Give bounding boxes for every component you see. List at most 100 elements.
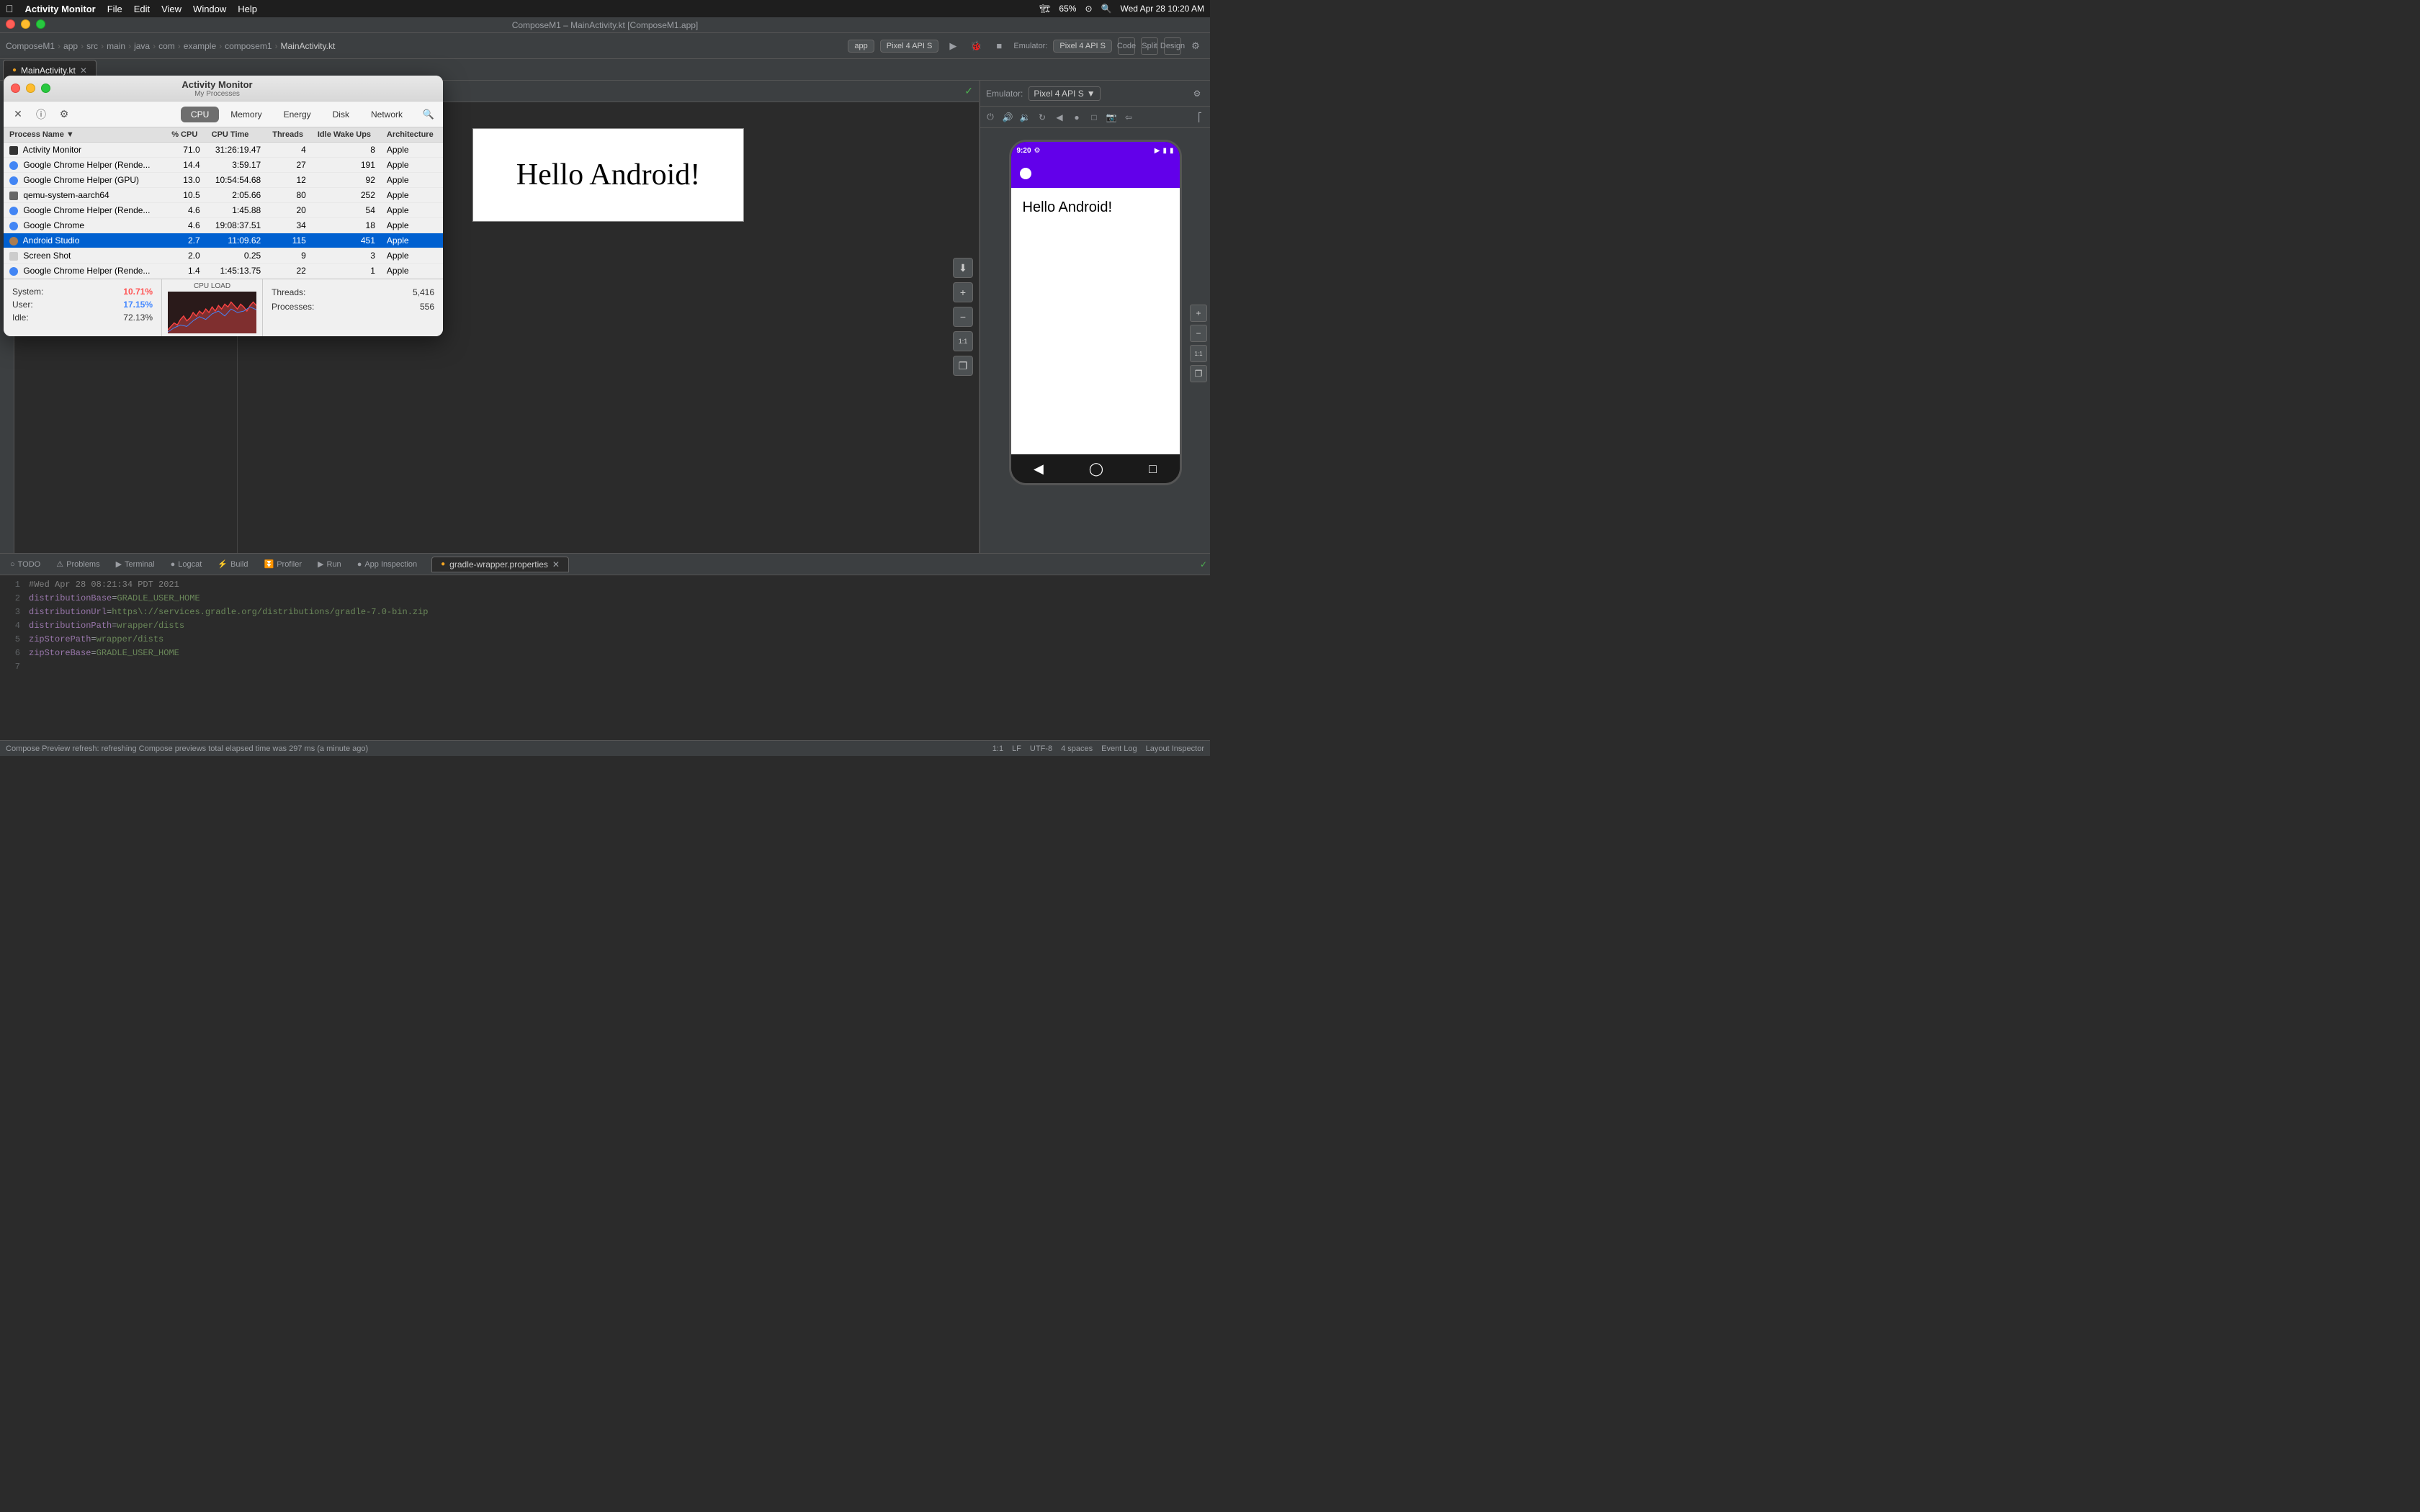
view-design-btn[interactable]: Design xyxy=(1164,37,1181,55)
menu-edit[interactable]: Edit xyxy=(134,4,150,14)
window-maximize[interactable] xyxy=(36,19,45,29)
status-line-ending[interactable]: LF xyxy=(1012,744,1021,753)
tab-profiler[interactable]: ⏬ Profiler xyxy=(256,555,309,574)
app-name[interactable]: Activity Monitor xyxy=(25,4,96,14)
am-info-icon[interactable]: ⓘ xyxy=(34,107,48,122)
breadcrumb-composem1-pkg[interactable]: composem1 xyxy=(225,41,272,51)
view-split-btn[interactable]: Split xyxy=(1141,37,1158,55)
preview-expand-btn[interactable]: ❐ xyxy=(953,356,973,376)
col-threads[interactable]: Threads xyxy=(266,127,312,143)
emu-back-btn[interactable]: ◀ xyxy=(1052,110,1067,125)
status-position[interactable]: 1:1 xyxy=(992,744,1003,753)
apple-menu[interactable]:  xyxy=(6,3,14,14)
breadcrumb-mainactivity[interactable]: MainActivity.kt xyxy=(281,41,336,51)
breadcrumb-com[interactable]: com xyxy=(158,41,175,51)
am-process-row-4[interactable]: Google Chrome Helper (Rende... 4.6 1:45.… xyxy=(4,203,443,218)
preview-zoom-out-btn[interactable]: − xyxy=(953,307,973,327)
breadcrumb-main[interactable]: main xyxy=(107,41,125,51)
emu-side-fit[interactable]: 1:1 xyxy=(1190,345,1207,362)
status-event-log[interactable]: Event Log xyxy=(1101,744,1137,753)
tab-todo[interactable]: ○ TODO xyxy=(3,555,48,574)
col-idle-wake-ups[interactable]: Idle Wake Ups xyxy=(312,127,381,143)
col-process-name[interactable]: Process Name ▼ xyxy=(4,127,166,143)
gradle-code-area[interactable]: 1 2 3 4 5 6 7 #Wed Apr 28 08:21:34 PDT 2… xyxy=(0,575,1210,740)
emulator-device-btn[interactable]: Pixel 4 API S xyxy=(1053,40,1112,53)
am-tab-network[interactable]: Network xyxy=(361,107,413,122)
am-process-row-6[interactable]: Android Studio 2.7 11:09.62 115 451 Appl… xyxy=(4,233,443,248)
emu-vol-up-btn[interactable]: 🔊 xyxy=(1000,110,1015,125)
am-gear-icon[interactable]: ⚙ xyxy=(57,107,71,122)
menu-file[interactable]: File xyxy=(107,4,122,14)
tab-build[interactable]: ⚡ Build xyxy=(210,555,255,574)
settings-btn[interactable]: ⚙ xyxy=(1187,37,1204,55)
stop-btn[interactable]: ■ xyxy=(990,37,1008,55)
tab-logcat[interactable]: ● Logcat xyxy=(163,555,210,574)
emu-home-btn[interactable]: ● xyxy=(1070,110,1084,125)
device-select-btn[interactable]: Pixel 4 API S xyxy=(880,40,939,53)
cell-name-0: Activity Monitor xyxy=(4,143,166,158)
am-process-row-2[interactable]: Google Chrome Helper (GPU) 13.0 10:54:54… xyxy=(4,173,443,188)
emu-prev-btn[interactable]: ⇦ xyxy=(1121,110,1136,125)
emulator-settings-btn[interactable]: ⚙ xyxy=(1190,86,1204,101)
status-encoding[interactable]: UTF-8 xyxy=(1030,744,1052,753)
menu-window[interactable]: Window xyxy=(193,4,226,14)
window-close[interactable] xyxy=(6,19,15,29)
breadcrumb-java[interactable]: java xyxy=(134,41,150,51)
emu-screenshot-btn[interactable]: ⎡ xyxy=(1193,110,1207,125)
am-process-row-3[interactable]: qemu-system-aarch64 10.5 2:05.66 80 252 … xyxy=(4,188,443,203)
emu-overview-btn[interactable]: □ xyxy=(1087,110,1101,125)
phone-nav-bar[interactable]: ◀ ◯ □ xyxy=(1011,454,1180,483)
preview-zoom-in-btn[interactable]: + xyxy=(953,282,973,302)
status-layout-inspector[interactable]: Layout Inspector xyxy=(1146,744,1204,753)
col-cpu-pct[interactable]: % CPU xyxy=(166,127,205,143)
emu-side-zoom-out[interactable]: − xyxy=(1190,325,1207,342)
menu-help[interactable]: Help xyxy=(238,4,257,14)
breadcrumb-composem1[interactable]: ComposeM1 xyxy=(6,41,55,51)
am-tab-memory[interactable]: Memory xyxy=(220,107,272,122)
phone-recent-btn[interactable]: □ xyxy=(1149,462,1157,477)
emu-camera-btn[interactable]: 📷 xyxy=(1104,110,1119,125)
am-tab-energy[interactable]: Energy xyxy=(274,107,321,122)
am-tab-cpu[interactable]: CPU xyxy=(181,107,219,122)
tab-terminal[interactable]: ▶ Terminal xyxy=(109,555,162,574)
siri-icon[interactable]: 🏗 xyxy=(1039,4,1050,14)
am-process-row-7[interactable]: Screen Shot 2.0 0.25 9 3 Apple xyxy=(4,248,443,264)
view-code-btn[interactable]: Code xyxy=(1118,37,1135,55)
app-run-btn[interactable]: app xyxy=(848,40,874,53)
am-tab-disk[interactable]: Disk xyxy=(323,107,359,122)
emu-power-btn[interactable]: ⏻ xyxy=(983,110,998,125)
window-minimize[interactable] xyxy=(21,19,30,29)
preview-download-btn[interactable]: ⬇ xyxy=(953,258,973,278)
emu-rotate-btn[interactable]: ↻ xyxy=(1035,110,1049,125)
am-process-row-0[interactable]: Activity Monitor 71.0 31:26:19.47 4 8 Ap… xyxy=(4,143,443,158)
emulator-device-select[interactable]: Pixel 4 API S ▼ xyxy=(1028,86,1100,101)
am-process-row-5[interactable]: Google Chrome 4.6 19:08:37.51 34 18 Appl… xyxy=(4,218,443,233)
tab-mainactivity-close[interactable]: ✕ xyxy=(80,66,87,76)
breadcrumb-app[interactable]: app xyxy=(63,41,78,51)
col-arch[interactable]: Architecture xyxy=(381,127,443,143)
tab-inspection[interactable]: ● App Inspection xyxy=(350,555,424,574)
emu-side-zoom-in[interactable]: + xyxy=(1190,305,1207,322)
tab-gradle-close[interactable]: ✕ xyxy=(552,559,560,570)
preview-fit-btn[interactable]: 1:1 xyxy=(953,331,973,351)
run-btn[interactable]: ▶ xyxy=(944,37,962,55)
debug-btn[interactable]: 🐞 xyxy=(967,37,985,55)
search-icon[interactable]: 🔍 xyxy=(1101,4,1112,14)
tab-gradle[interactable]: ● gradle-wrapper.properties ✕ xyxy=(431,557,569,572)
am-search-btn[interactable]: 🔍 xyxy=(421,107,436,122)
tab-problems[interactable]: ⚠ Problems xyxy=(49,555,107,574)
phone-back-btn[interactable]: ◀ xyxy=(1034,462,1044,477)
am-close-icon[interactable]: ✕ xyxy=(11,107,25,122)
am-process-row-1[interactable]: Google Chrome Helper (Rende... 14.4 3:59… xyxy=(4,158,443,173)
col-cpu-time[interactable]: CPU Time xyxy=(206,127,267,143)
breadcrumb-src[interactable]: src xyxy=(86,41,98,51)
am-process-row-8[interactable]: Google Chrome Helper (Rende... 1.4 1:45:… xyxy=(4,264,443,279)
emu-vol-dn-btn[interactable]: 🔉 xyxy=(1018,110,1032,125)
menu-view[interactable]: View xyxy=(161,4,182,14)
breadcrumb-example[interactable]: example xyxy=(184,41,216,51)
status-indent[interactable]: 4 spaces xyxy=(1061,744,1093,753)
emu-side-expand[interactable]: ❐ xyxy=(1190,365,1207,382)
tab-run[interactable]: ▶ Run xyxy=(310,555,349,574)
wifi-icon[interactable]: ⊙ xyxy=(1085,4,1092,14)
phone-home-btn[interactable]: ◯ xyxy=(1089,462,1103,477)
